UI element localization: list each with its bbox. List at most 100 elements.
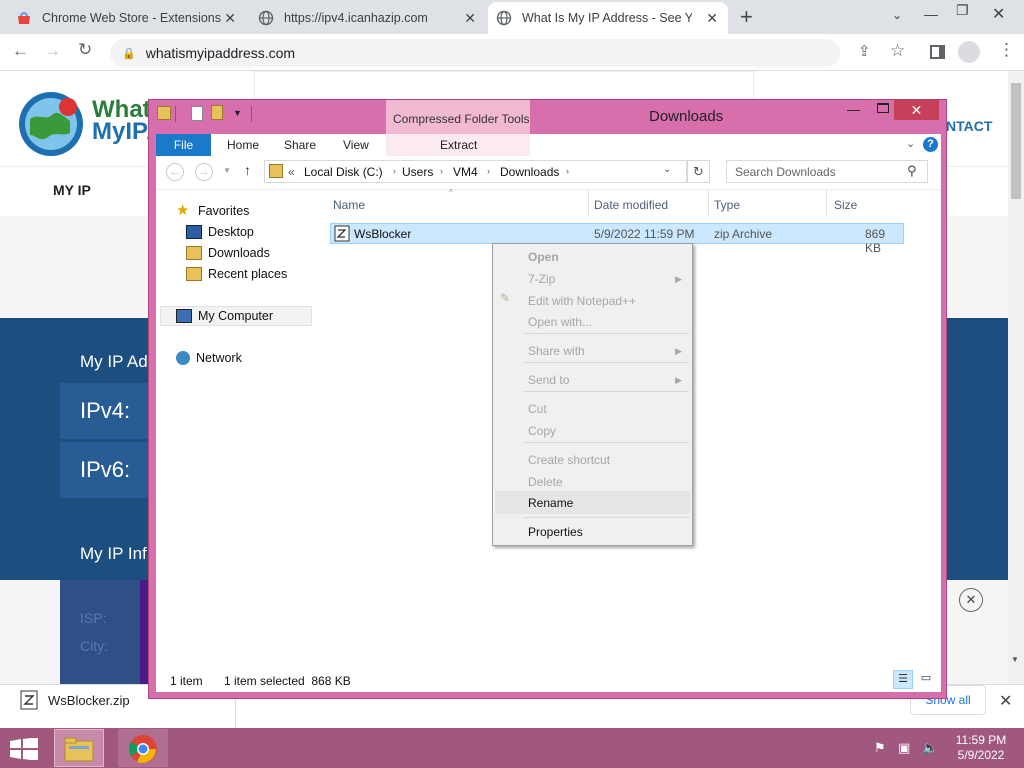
menu-separator <box>523 391 689 392</box>
tab-file[interactable]: File <box>156 134 211 156</box>
ribbon-expand-chevron-icon[interactable]: ⌄ <box>906 137 915 150</box>
breadcrumb-users[interactable]: Users <box>402 165 433 179</box>
breadcrumb-separator-icon[interactable]: › <box>393 166 396 176</box>
menu-send-to[interactable]: Send to <box>528 373 569 387</box>
site-logo-globe-icon[interactable] <box>16 89 86 159</box>
menu-copy[interactable]: Copy <box>528 424 556 438</box>
tab-icanhazip[interactable]: https://ipv4.icanhazip.com ✕ <box>250 2 486 34</box>
side-panel-icon[interactable] <box>930 45 945 59</box>
tab-search-chevron-icon[interactable]: ⌄ <box>892 8 902 22</box>
restore-icon[interactable]: ❐ <box>956 2 969 19</box>
tab-whatismyip[interactable]: What Is My IP Address - See Your ✕ <box>488 2 728 34</box>
forward-icon[interactable]: → <box>195 163 213 181</box>
network-icon[interactable]: ▣ <box>898 740 910 756</box>
menu-open-with[interactable]: Open with... <box>528 315 592 329</box>
chrome-taskbar-button[interactable] <box>118 729 168 767</box>
menu-separator <box>523 442 689 443</box>
close-downloads-bar-icon[interactable]: ✕ <box>999 691 1012 711</box>
help-icon[interactable]: ? <box>923 137 938 152</box>
explorer-maximize-icon[interactable] <box>877 103 889 113</box>
page-scrollbar[interactable]: ▼ <box>1008 71 1024 684</box>
zip-file-icon <box>334 225 350 242</box>
column-size[interactable]: Size <box>834 198 857 212</box>
refresh-icon[interactable]: ↻ <box>687 160 710 183</box>
minimize-icon[interactable]: — <box>924 6 938 22</box>
menu-open[interactable]: Open <box>528 250 559 264</box>
breadcrumb-overflow[interactable]: « <box>288 165 295 179</box>
action-center-flag-icon[interactable]: ⚑ <box>874 740 886 756</box>
details-view-icon[interactable]: ☰ <box>893 670 913 689</box>
breadcrumb-separator-icon[interactable]: › <box>487 166 490 176</box>
menu-delete[interactable]: Delete <box>528 475 563 489</box>
menu-7zip[interactable]: 7-Zip <box>528 272 555 286</box>
column-type[interactable]: Type <box>714 198 740 212</box>
breadcrumb-separator-icon[interactable]: › <box>566 166 569 176</box>
tab-extract[interactable]: Extract <box>440 138 477 152</box>
address-dropdown-icon[interactable]: ⌄ <box>663 164 671 175</box>
profile-avatar-icon[interactable] <box>958 41 980 63</box>
recent-locations-icon[interactable]: ▼ <box>223 166 231 175</box>
nav-my-ip[interactable]: MY IP <box>53 182 91 198</box>
column-divider[interactable] <box>708 190 709 216</box>
menu-share-with[interactable]: Share with <box>528 344 585 358</box>
explorer-minimize-icon[interactable]: — <box>847 102 860 117</box>
taskbar: ⚑ ▣ 🔈 11:59 PM 5/9/2022 <box>0 728 1024 768</box>
new-tab-button[interactable]: + <box>740 4 753 30</box>
back-arrow-icon[interactable]: ← <box>12 41 29 61</box>
up-arrow-icon[interactable]: ↑ <box>244 162 251 178</box>
breadcrumb-bar[interactable]: « Local Disk (C:) › Users › VM4 › Downlo… <box>264 160 687 183</box>
tab-home[interactable]: Home <box>227 138 259 152</box>
nav-desktop[interactable]: Desktop <box>186 225 254 239</box>
tab-close-icon[interactable]: ✕ <box>706 10 718 27</box>
nav-downloads[interactable]: Downloads <box>186 246 270 260</box>
new-folder-qat-icon[interactable] <box>211 105 223 120</box>
file-name: WsBlocker <box>354 227 412 241</box>
tab-close-icon[interactable]: ✕ <box>224 10 236 27</box>
tab-chrome-web-store[interactable]: Chrome Web Store - Extensions ✕ <box>8 2 246 34</box>
forward-arrow-icon[interactable]: → <box>44 41 61 61</box>
file-explorer-taskbar-button[interactable] <box>54 729 104 767</box>
menu-cut[interactable]: Cut <box>528 402 547 416</box>
search-box[interactable]: Search Downloads ⚲ <box>726 160 928 183</box>
ad-close-icon[interactable]: ✕ <box>959 588 983 612</box>
windows-start-icon[interactable] <box>10 738 38 760</box>
menu-dots-icon[interactable]: ⋮ <box>998 40 1015 60</box>
column-divider[interactable] <box>826 190 827 216</box>
tab-close-icon[interactable]: ✕ <box>464 10 476 27</box>
explorer-close-button[interactable]: ✕ <box>894 100 939 120</box>
column-date-modified[interactable]: Date modified <box>594 198 668 212</box>
scroll-down-arrow-icon[interactable]: ▼ <box>1011 655 1019 664</box>
system-clock[interactable]: 11:59 PM 5/9/2022 <box>946 733 1016 763</box>
nav-recent-places[interactable]: Recent places <box>186 267 287 281</box>
volume-muted-icon[interactable]: 🔈 <box>922 740 938 756</box>
tab-view[interactable]: View <box>343 138 369 152</box>
back-icon[interactable]: ← <box>166 163 184 181</box>
menu-rename[interactable]: Rename <box>528 496 573 510</box>
breadcrumb-vm4[interactable]: VM4 <box>453 165 478 179</box>
qat-dropdown-icon[interactable]: ▼ <box>233 108 242 118</box>
nav-network[interactable]: Network <box>176 351 242 365</box>
properties-qat-icon[interactable] <box>191 106 203 121</box>
window-title: Downloads <box>649 108 724 125</box>
large-icons-view-icon[interactable]: ▭ <box>917 670 935 689</box>
reload-icon[interactable]: ↻ <box>78 40 92 60</box>
file-row-wsblocker[interactable]: WsBlocker 5/9/2022 11:59 PM zip Archive … <box>330 223 904 255</box>
menu-create-shortcut[interactable]: Create shortcut <box>528 453 610 467</box>
tab-share[interactable]: Share <box>284 138 316 152</box>
breadcrumb-separator-icon[interactable]: › <box>440 166 443 176</box>
address-bar[interactable]: 🔒 whatismyipaddress.com <box>110 39 840 67</box>
bookmark-star-icon[interactable]: ☆ <box>890 41 905 61</box>
folder-qat-icon[interactable] <box>157 106 171 120</box>
breadcrumb-local-disk[interactable]: Local Disk (C:) <box>304 165 383 179</box>
close-window-icon[interactable]: ✕ <box>992 4 1005 24</box>
nav-contact[interactable]: NTACT <box>946 118 992 134</box>
breadcrumb-downloads[interactable]: Downloads <box>500 165 559 179</box>
share-icon[interactable]: ⇪ <box>858 42 871 60</box>
column-name[interactable]: Name <box>333 198 365 212</box>
nav-my-computer[interactable]: My Computer <box>176 309 273 323</box>
scrollbar-thumb[interactable] <box>1011 83 1021 199</box>
menu-edit-notepadpp[interactable]: Edit with Notepad++ <box>528 294 636 308</box>
nav-favorites[interactable]: ★ Favorites <box>176 203 249 218</box>
column-divider[interactable] <box>588 190 589 216</box>
menu-properties[interactable]: Properties <box>528 525 583 539</box>
